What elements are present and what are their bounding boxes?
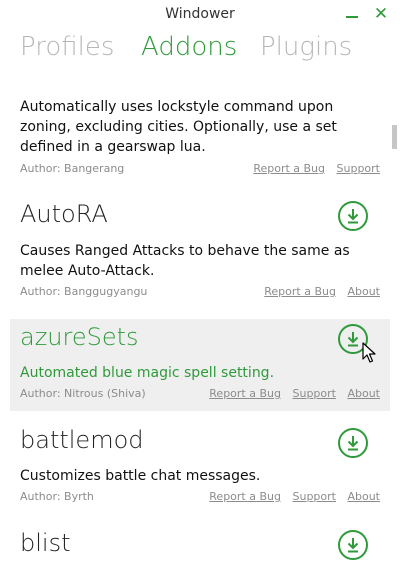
- addon-description: Customizes battle chat messages.: [20, 468, 261, 484]
- report-bug-link[interactable]: Report a Bug: [209, 387, 281, 400]
- download-icon[interactable]: [338, 530, 368, 560]
- download-icon[interactable]: [338, 201, 368, 231]
- addon-description: Automated blue magic spell setting.: [20, 365, 275, 381]
- mouse-cursor-icon: [362, 342, 376, 368]
- addon-item-azuresets[interactable]: azureSets Automated blue magic spell set…: [10, 319, 390, 411]
- addon-list: Automatically uses lockstyle command upo…: [0, 85, 390, 570]
- addon-author: Author: Nitrous (Shiva): [20, 387, 146, 400]
- addon-author: Author: Bangerang: [20, 162, 125, 175]
- addon-item-blist[interactable]: blist: [10, 527, 390, 570]
- addon-links: Report a Bug Support About: [201, 490, 380, 503]
- addon-description: Causes Ranged Attacks to behave the same…: [20, 243, 350, 279]
- addon-description: Automatically uses lockstyle command upo…: [20, 99, 337, 155]
- window-title: Windower: [165, 6, 235, 22]
- scrollbar[interactable]: [392, 85, 400, 570]
- report-bug-link[interactable]: Report a Bug: [264, 285, 336, 298]
- scrollbar-thumb[interactable]: [392, 125, 397, 149]
- report-bug-link[interactable]: Report a Bug: [209, 490, 281, 503]
- title-bar: Windower ✕: [0, 0, 400, 30]
- addon-links: Report a Bug Support: [245, 162, 380, 175]
- addon-name: azureSets: [20, 323, 139, 351]
- support-link[interactable]: Support: [292, 490, 335, 503]
- addon-links: Report a Bug Support About: [201, 387, 380, 400]
- tab-profiles[interactable]: Profiles: [20, 32, 114, 62]
- addon-item-battlemod[interactable]: battlemod Customizes battle chat message…: [10, 423, 390, 515]
- addon-item-lockstyle[interactable]: Automatically uses lockstyle command upo…: [10, 95, 390, 180]
- about-link[interactable]: About: [347, 285, 380, 298]
- addon-name: battlemod: [20, 426, 144, 454]
- addon-name: AutoRA: [20, 200, 108, 228]
- support-link[interactable]: Support: [292, 387, 335, 400]
- addon-item-autora[interactable]: AutoRA Causes Ranged Attacks to behave t…: [10, 197, 390, 305]
- tab-plugins[interactable]: Plugins: [260, 32, 352, 62]
- minimize-icon[interactable]: [346, 16, 358, 18]
- addon-author: Author: Byrth: [20, 490, 94, 503]
- addon-name: blist: [20, 529, 71, 557]
- report-bug-link[interactable]: Report a Bug: [253, 162, 325, 175]
- support-link[interactable]: Support: [337, 162, 380, 175]
- about-link[interactable]: About: [347, 490, 380, 503]
- close-icon[interactable]: ✕: [373, 4, 389, 24]
- addon-author: Author: Banggugyangu: [20, 285, 148, 298]
- download-icon[interactable]: [338, 428, 368, 458]
- addon-links: Report a Bug About: [256, 285, 380, 298]
- about-link[interactable]: About: [347, 387, 380, 400]
- tab-addons[interactable]: Addons: [141, 32, 237, 62]
